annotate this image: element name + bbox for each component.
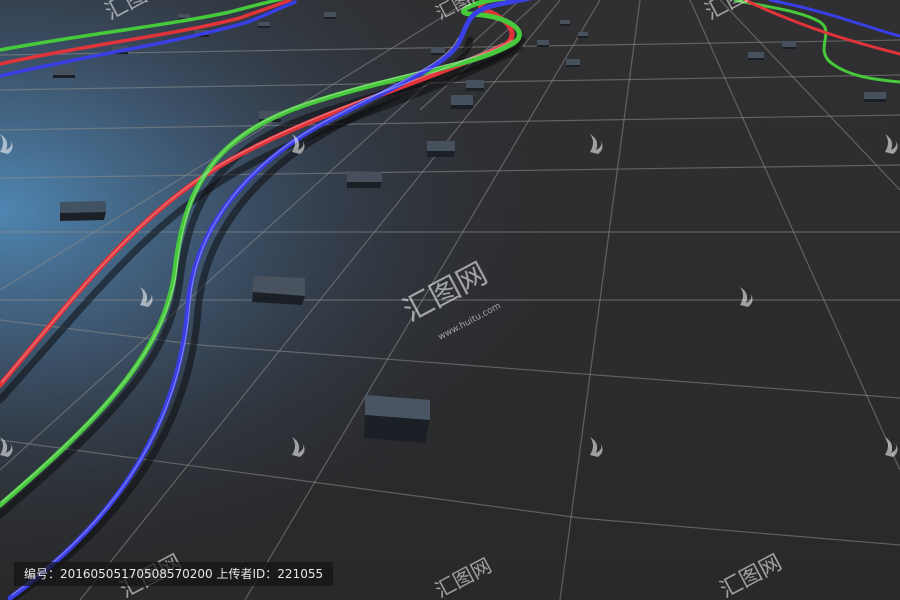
- block: [364, 395, 430, 443]
- block: [466, 80, 484, 91]
- block: [560, 20, 570, 26]
- block: [537, 40, 549, 47]
- block: [864, 92, 886, 102]
- block: [748, 52, 764, 60]
- block: [427, 141, 455, 157]
- image-id-caption: 编号：20160505170508570200 上传者ID：221055: [14, 562, 334, 586]
- scene-graphic: [0, 0, 900, 600]
- block: [347, 171, 382, 188]
- block: [324, 12, 336, 19]
- cable-floor-scene: 汇图网 汇图网 汇图网 汇图网 汇图网 汇图网 汇图网 www.huitu.co…: [0, 0, 900, 600]
- block: [431, 47, 445, 55]
- block: [60, 201, 106, 221]
- block: [53, 68, 75, 78]
- block: [578, 32, 588, 38]
- block: [566, 59, 580, 67]
- block: [258, 22, 270, 28]
- block: [451, 95, 473, 109]
- block: [252, 276, 305, 305]
- block: [782, 41, 796, 49]
